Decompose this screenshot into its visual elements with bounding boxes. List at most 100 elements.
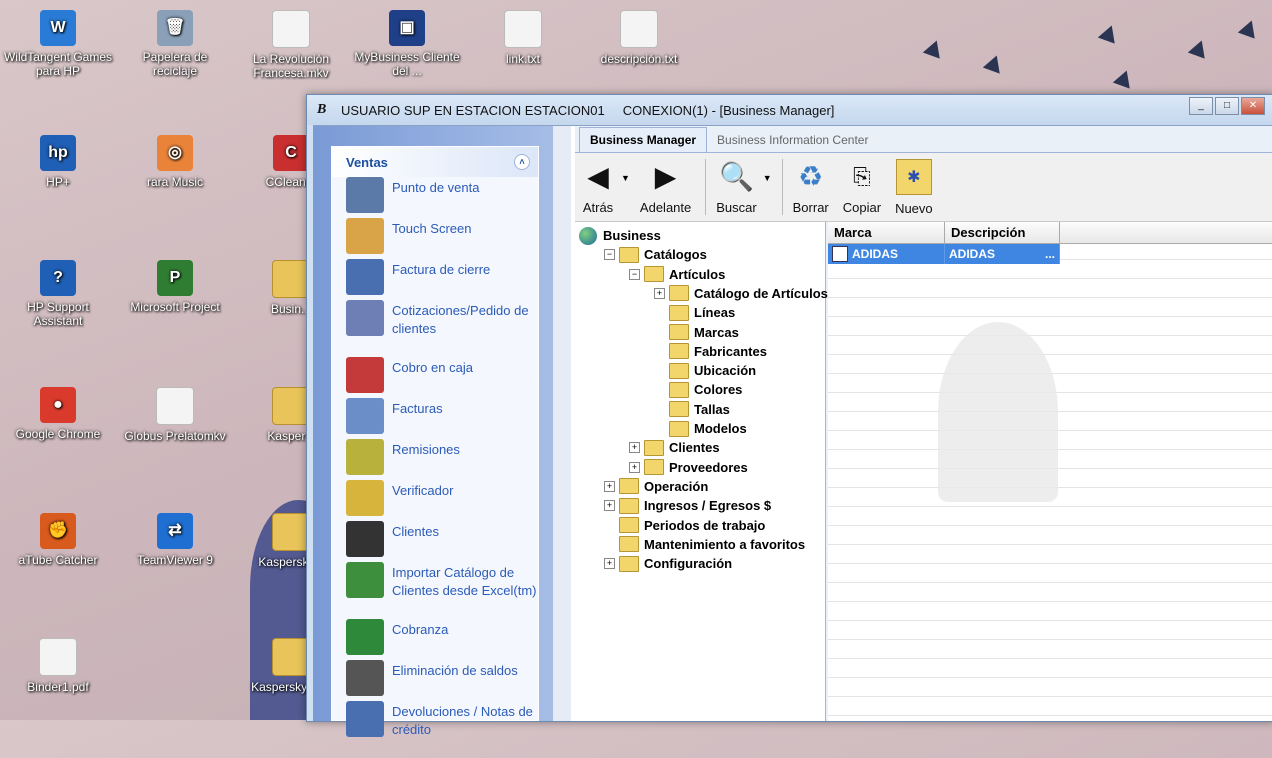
tree-node[interactable]: − Catálogos (604, 245, 707, 264)
search-dropdown-icon[interactable]: ▼ (763, 173, 772, 183)
tab-bar: Business Manager Business Information Ce… (575, 126, 1272, 152)
tree-node[interactable]: + Operación (604, 477, 708, 496)
task-link[interactable]: Touch Screen (332, 218, 538, 259)
new-button[interactable]: ✱ Nuevo (895, 158, 933, 216)
expand-icon[interactable]: + (604, 500, 615, 512)
tree-node[interactable]: Ubicación (654, 361, 756, 380)
tree-node[interactable]: + Proveedores (629, 458, 748, 477)
desktop-icon-image: P (157, 260, 193, 296)
tree-node[interactable]: Modelos (654, 419, 747, 438)
expand-icon[interactable]: + (629, 442, 640, 454)
wallpaper-bird (1187, 37, 1211, 59)
task-link[interactable]: Cobro en caja (332, 357, 538, 398)
tree-node[interactable]: + Catálogo de Artículos (654, 284, 828, 303)
expand-icon[interactable]: + (629, 461, 640, 473)
expand-icon[interactable]: + (604, 558, 615, 570)
desktop-icon-label: HP+ (46, 175, 70, 189)
delete-button[interactable]: ♻ Borrar (793, 160, 829, 215)
tree-node[interactable]: Periodos de trabajo (604, 516, 765, 535)
tree-node[interactable]: + Clientes (629, 438, 720, 457)
tab-business-information-center[interactable]: Business Information Center (707, 128, 878, 152)
tree-node-label: Ubicación (694, 363, 757, 379)
task-link[interactable]: Eliminación de saldos (332, 660, 538, 701)
table-row[interactable]: ADIDAS ADIDAS ... (828, 244, 1272, 264)
folder-icon (669, 381, 689, 398)
desktop-icon[interactable]: descripción.txt (584, 10, 694, 66)
close-button[interactable]: ✕ (1241, 97, 1265, 115)
desktop-icon-label: Google Chrome (15, 427, 101, 441)
task-link[interactable]: Punto de venta (332, 177, 538, 218)
desktop-icon[interactable]: P Microsoft Project (120, 260, 230, 314)
desktop-icon[interactable]: ? HP Support Assistant (3, 260, 113, 328)
task-link[interactable]: Importar Catálogo de Clientes desde Exce… (332, 562, 538, 619)
tree-node[interactable]: Business (579, 226, 661, 245)
tree-node[interactable]: Marcas (654, 323, 739, 342)
tree-node-label: Líneas (694, 305, 736, 321)
search-button[interactable]: 🔍 Buscar (716, 160, 756, 215)
task-link[interactable]: Clientes (332, 521, 538, 562)
task-panel-scrollbar[interactable] (553, 126, 571, 721)
column-header-descripcion[interactable]: Descripción (945, 222, 1060, 243)
desktop-icon[interactable]: ✊ aTube Catcher (3, 513, 113, 567)
row-selector-icon (832, 246, 848, 262)
arrow-left-icon: ◀ (587, 161, 609, 192)
desktop-icon-image: ▣ (389, 10, 425, 46)
tree-node[interactable]: − Artículos (629, 265, 725, 284)
tree-node[interactable]: Líneas (654, 303, 735, 322)
task-link[interactable]: Cobranza (332, 619, 538, 660)
task-list: Punto de venta Touch Screen Factura de cie… (332, 177, 538, 758)
recycle-icon: ♻ (798, 161, 824, 192)
copy-label: Copiar (842, 199, 882, 215)
forward-label: Adelante (639, 199, 692, 215)
tree-node[interactable]: Tallas (654, 400, 730, 419)
desktop-icon[interactable]: ⇄ TeamViewer 9 (120, 513, 230, 567)
back-dropdown-icon[interactable]: ▼ (621, 173, 630, 183)
desktop-icon[interactable]: link.txt (468, 10, 578, 66)
desktop-icon[interactable]: La Revolución Francesa.mkv (236, 10, 346, 80)
collapse-icon[interactable]: ˄ (514, 154, 530, 170)
task-link[interactable]: Cotizaciones/Pedido de clientes (332, 300, 538, 357)
expand-icon[interactable]: + (604, 480, 615, 492)
task-link[interactable]: Factura de cierre (332, 259, 538, 300)
desktop-icon[interactable]: W WildTangent Games para HP (3, 10, 113, 78)
desktop-icon[interactable]: 🗑 Papelera de reciclaje (120, 10, 230, 78)
main-area: Business Manager Business Information Ce… (575, 126, 1272, 721)
desktop-icon[interactable]: hp HP+ (3, 135, 113, 189)
copy-button[interactable]: ⎘ Copiar (843, 160, 881, 215)
desktop-icon-image (39, 638, 77, 676)
desktop-icon[interactable]: ● Google Chrome (3, 387, 113, 441)
task-link[interactable]: Verificador (332, 480, 538, 521)
collapse-icon[interactable]: − (604, 249, 615, 261)
tree-node[interactable]: + Ingresos / Egresos $ (604, 496, 771, 515)
expand-icon[interactable]: + (654, 287, 665, 299)
desktop-icon[interactable]: Binder1.pdf (3, 638, 113, 694)
desktop-icon[interactable]: Globus Prelatomkv (120, 387, 230, 443)
task-link[interactable]: Facturas (332, 398, 538, 439)
forward-button[interactable]: ▶ Adelante (640, 160, 691, 215)
collapse-icon[interactable]: − (629, 268, 640, 280)
desktop-icon-image: hp (40, 135, 76, 171)
task-icon (346, 480, 384, 516)
desktop-icon-label: Globus Prelatomkv (124, 429, 226, 443)
desktop-icon[interactable]: ◎ rara Music (120, 135, 230, 189)
tree-node[interactable]: Colores (654, 380, 742, 399)
cell-marca[interactable]: ADIDAS (828, 244, 945, 264)
task-link[interactable]: Remisiones (332, 439, 538, 480)
tree-node[interactable]: Mantenimiento a favoritos (604, 535, 805, 554)
back-button[interactable]: ◀ Atrás (581, 160, 615, 215)
column-header-marca[interactable]: Marca (828, 222, 945, 243)
task-group-header[interactable]: Ventas ˄ (332, 147, 538, 177)
minimize-button[interactable]: _ (1189, 97, 1213, 115)
maximize-button[interactable]: □ (1215, 97, 1239, 115)
task-link[interactable]: Devoluciones / Notas de crédito (332, 701, 538, 758)
cell-ellipsis-button[interactable]: ... (1045, 247, 1055, 261)
tree-node[interactable]: + Configuración (604, 554, 732, 573)
window-titlebar[interactable]: B USUARIO SUP EN ESTACION ESTACION01 CON… (307, 95, 1272, 125)
cell-descripcion[interactable]: ADIDAS ... (945, 244, 1060, 264)
tree-node-label: Clientes (669, 440, 720, 456)
tree-node-label: Colores (694, 382, 743, 398)
folder-icon (669, 362, 689, 379)
tree-node[interactable]: Fabricantes (654, 342, 767, 361)
tab-business-manager[interactable]: Business Manager (579, 127, 708, 152)
desktop-icon[interactable]: ▣ MyBusiness Cliente del ... (352, 10, 462, 78)
